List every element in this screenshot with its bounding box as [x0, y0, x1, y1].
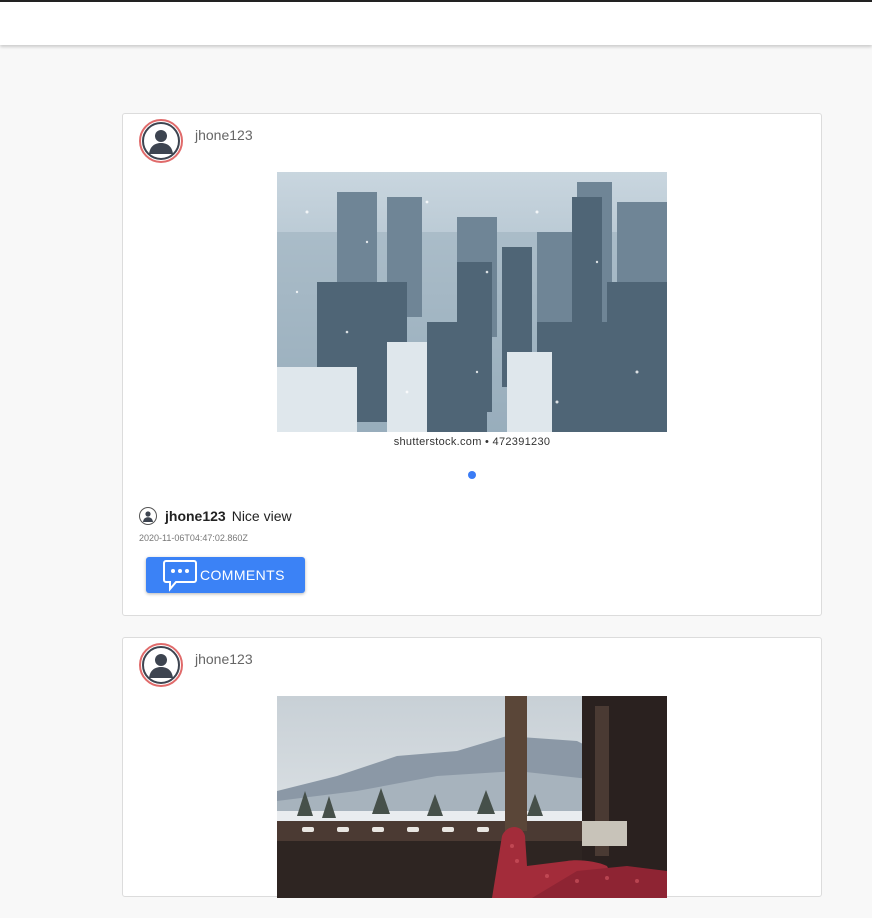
- user-silhouette-icon: [142, 122, 180, 160]
- carousel-indicator-dot[interactable]: [468, 471, 476, 479]
- post-username[interactable]: jhone123: [195, 127, 253, 143]
- image-credit: shutterstock.com • 472391230: [393, 436, 551, 448]
- post-feed: jhone123 shutterstock.com • 472391230 jh…: [122, 113, 822, 918]
- post-card: jhone123: [122, 113, 822, 616]
- post-image[interactable]: [277, 696, 667, 898]
- commenter-avatar: [139, 507, 157, 525]
- user-avatar[interactable]: [139, 643, 183, 687]
- comment-username[interactable]: jhone123: [165, 508, 226, 524]
- user-silhouette-icon: [142, 646, 180, 684]
- user-avatar[interactable]: [139, 119, 183, 163]
- comments-button-label: COMMENTS: [200, 567, 285, 583]
- chat-bubble-icon: [162, 558, 198, 592]
- post-image[interactable]: [277, 172, 667, 432]
- user-silhouette-icon: [143, 511, 153, 522]
- post-timestamp: 2020-11-06T04:47:02.860Z: [139, 533, 248, 543]
- top-app-bar: [0, 0, 872, 45]
- comments-button[interactable]: COMMENTS: [146, 557, 305, 593]
- latest-comment: jhone123 Nice view: [139, 507, 292, 525]
- post-card: jhone123: [122, 637, 822, 898]
- post-username[interactable]: jhone123: [195, 651, 253, 667]
- comment-text: Nice view: [231, 508, 292, 524]
